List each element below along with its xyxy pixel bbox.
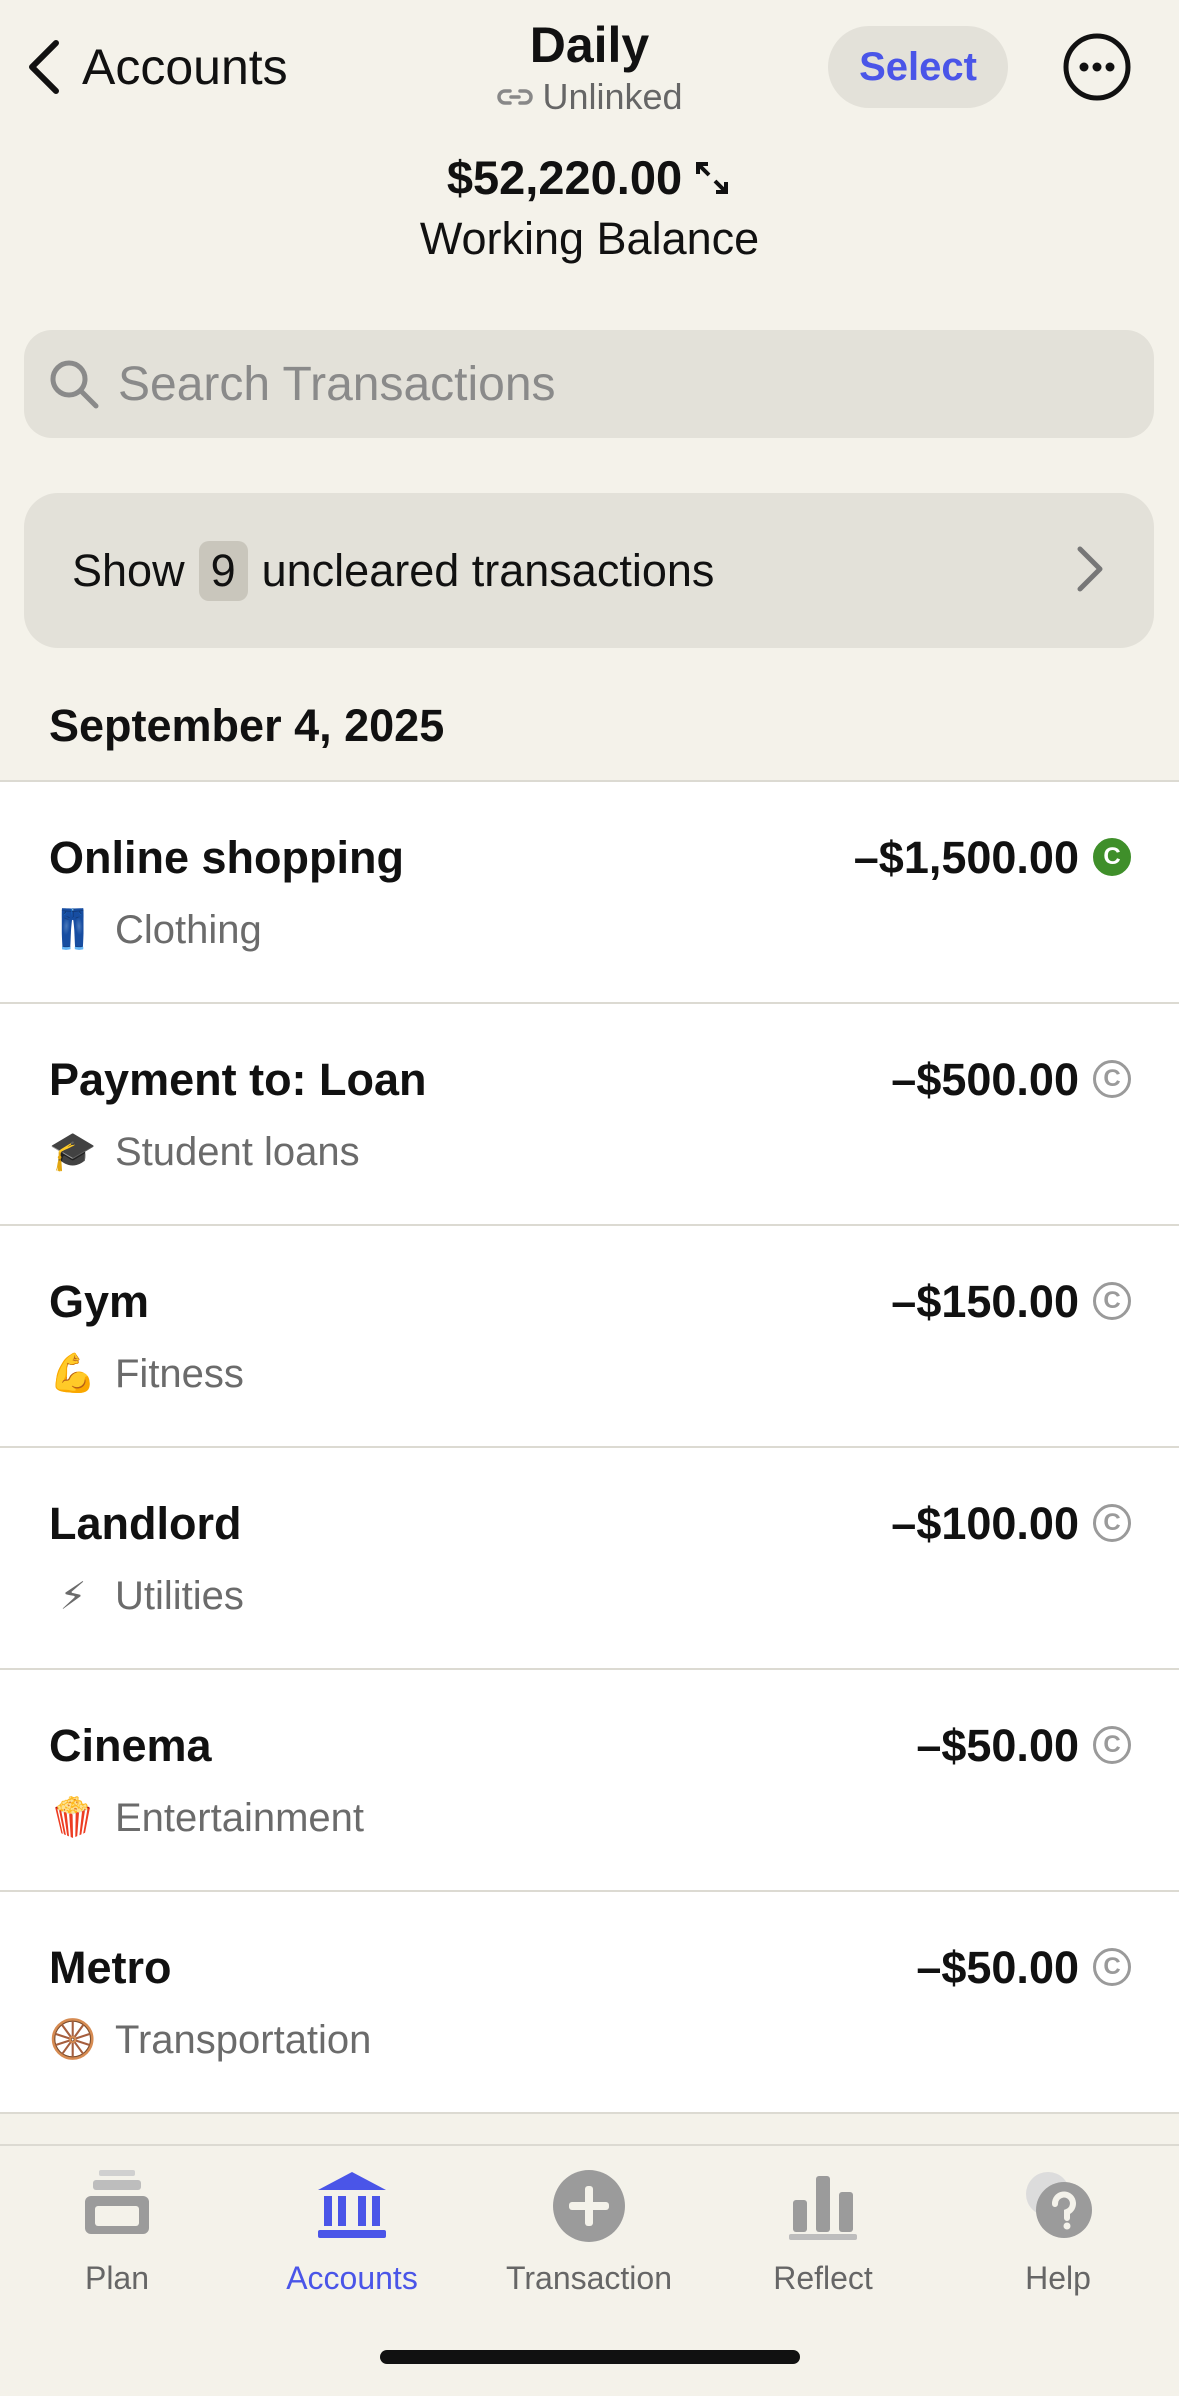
transaction-category: 🎓 Student loans xyxy=(49,1128,360,1176)
uncleared-status-icon[interactable]: C xyxy=(1093,1948,1131,1986)
tab-help[interactable]: Help xyxy=(958,2166,1158,2297)
uncleared-status-icon[interactable]: C xyxy=(1093,1504,1131,1542)
uncleared-prefix: Show xyxy=(72,544,185,596)
date-section-header: September 4, 2025 xyxy=(49,700,445,751)
cleared-status-icon[interactable]: C xyxy=(1093,838,1131,876)
transaction-row[interactable]: Landlord ⚡ Utilities –$100.00 C xyxy=(0,1448,1179,1670)
transaction-payee: Payment to: Loan xyxy=(49,1054,427,1105)
tab-label: Accounts xyxy=(286,2260,418,2296)
plan-icon xyxy=(85,2170,149,2234)
category-label: Transportation xyxy=(115,2017,372,2062)
transaction-amount: –$50.00 xyxy=(916,1720,1079,1771)
transaction-payee: Gym xyxy=(49,1276,150,1327)
uncleared-status-icon[interactable]: C xyxy=(1093,1282,1131,1320)
transaction-row[interactable]: Payment to: Loan 🎓 Student loans –$500.0… xyxy=(0,1004,1179,1226)
balance-amount-row: $52,220.00 xyxy=(447,150,732,205)
category-label: Clothing xyxy=(115,907,262,952)
tab-label: Reflect xyxy=(773,2260,873,2296)
transaction-category: 🍿 Entertainment xyxy=(49,1794,364,1842)
uncleared-suffix: uncleared transactions xyxy=(261,544,715,596)
tab-reflect[interactable]: Reflect xyxy=(723,2166,923,2297)
tab-plan[interactable]: Plan xyxy=(17,2166,217,2297)
transaction-list: Online shopping 👖 Clothing –$1,500.00 C … xyxy=(0,780,1179,2114)
transaction-category: ⚡ Utilities xyxy=(49,1572,244,1620)
search-input[interactable] xyxy=(118,356,1118,412)
link-status: Unlinked xyxy=(496,76,683,118)
transaction-payee: Online shopping xyxy=(49,832,404,883)
transaction-payee: Metro xyxy=(49,1942,172,1993)
transaction-payee: Cinema xyxy=(49,1720,212,1771)
transaction-row[interactable]: Online shopping 👖 Clothing –$1,500.00 C xyxy=(0,782,1179,1004)
add-circle-icon xyxy=(553,2170,625,2242)
tab-label: Plan xyxy=(84,2260,150,2296)
search-bar[interactable] xyxy=(24,330,1154,438)
transaction-row[interactable]: Gym 💪 Fitness –$150.00 C xyxy=(0,1226,1179,1448)
category-label: Utilities xyxy=(115,1573,244,1618)
expand-icon xyxy=(696,161,729,194)
transaction-amount: –$150.00 xyxy=(891,1276,1079,1327)
bank-icon xyxy=(318,2172,386,2238)
select-button[interactable]: Select xyxy=(828,26,1008,108)
tab-accounts[interactable]: Accounts xyxy=(252,2166,452,2297)
tab-label: Transaction xyxy=(506,2260,672,2296)
transaction-amount: –$100.00 xyxy=(891,1498,1079,1549)
balance-label: Working Balance xyxy=(419,213,760,264)
transaction-amount: –$500.00 xyxy=(891,1054,1079,1105)
help-bubble-icon xyxy=(1026,2172,1092,2238)
chevron-right-icon xyxy=(1077,546,1103,592)
uncleared-status-icon[interactable]: C xyxy=(1093,1060,1131,1098)
bar-chart-icon xyxy=(789,2176,857,2240)
transaction-category: 👖 Clothing xyxy=(49,906,262,954)
category-label: Fitness xyxy=(115,1351,244,1396)
category-label: Student loans xyxy=(115,1129,360,1174)
transaction-amount: –$50.00 xyxy=(916,1942,1079,1993)
more-options-button[interactable] xyxy=(1062,32,1132,102)
tab-label: Help xyxy=(1025,2260,1091,2296)
search-icon xyxy=(50,360,99,409)
uncleared-transactions-button[interactable]: Show 9 uncleared transactions xyxy=(24,493,1154,648)
unlink-icon xyxy=(497,89,534,105)
jeans-icon: 👖 xyxy=(49,909,97,951)
transaction-amount: –$1,500.00 xyxy=(853,832,1079,883)
transaction-category: 💪 Fitness xyxy=(49,1350,244,1398)
home-indicator[interactable] xyxy=(380,2350,800,2364)
link-status-label: Unlinked xyxy=(542,76,683,117)
popcorn-icon: 🍿 xyxy=(49,1797,97,1839)
uncleared-status-icon[interactable]: C xyxy=(1093,1726,1131,1764)
transaction-row[interactable]: Cinema 🍿 Entertainment –$50.00 C xyxy=(0,1670,1179,1892)
transaction-category: 🛞 Transportation xyxy=(49,2016,371,2064)
flexed-bicep-icon: 💪 xyxy=(49,1353,97,1395)
balance-summary[interactable]: $52,220.00 Working Balance xyxy=(0,150,1179,265)
balance-amount: $52,220.00 xyxy=(446,151,683,204)
tab-transaction[interactable]: Transaction xyxy=(489,2166,689,2297)
transaction-row[interactable]: Metro 🛞 Transportation –$50.00 C xyxy=(0,1892,1179,2114)
graduation-cap-icon: 🎓 xyxy=(49,1131,97,1173)
nav-header: Accounts Daily Unlinked Select xyxy=(0,0,1179,140)
category-label: Entertainment xyxy=(115,1795,365,1840)
uncleared-count-badge: 9 xyxy=(198,540,248,601)
wheel-icon: 🛞 xyxy=(49,2019,97,2061)
ellipsis-circle-icon xyxy=(1063,33,1131,101)
transaction-payee: Landlord xyxy=(49,1498,242,1549)
lightning-icon: ⚡ xyxy=(59,1575,87,1618)
